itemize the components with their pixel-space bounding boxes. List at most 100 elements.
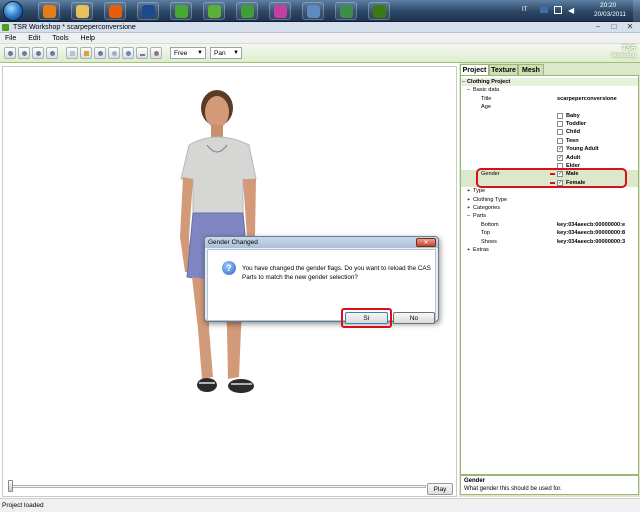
tab-project[interactable]: Project	[460, 64, 489, 75]
sphere-view-4-icon[interactable]	[46, 47, 58, 59]
menu-file[interactable]: File	[0, 33, 21, 44]
sphere-view-icon[interactable]	[4, 47, 16, 59]
menu-edit[interactable]: Edit	[23, 33, 45, 44]
sims-community-icon[interactable]	[335, 2, 357, 20]
timeline-slider-thumb[interactable]	[8, 480, 13, 492]
tsr-workshop-logo: TSR Workshop	[610, 45, 636, 62]
tree-basic-data-label: Basic data	[473, 87, 500, 94]
close-icon[interactable]: ✕	[416, 238, 436, 247]
media-player-icon[interactable]	[38, 2, 60, 20]
photoshop-icon[interactable]	[137, 2, 159, 20]
sphere-view-2-icon[interactable]	[18, 47, 30, 59]
sims-launcher-icon-3-glyph	[241, 5, 254, 18]
part-value[interactable]: key:034aeecb:00000000:8	[557, 229, 625, 237]
age-checkbox-toddler[interactable]	[557, 121, 563, 127]
no-button[interactable]: No	[393, 312, 435, 324]
tree-basic-data[interactable]: – Basic data	[461, 86, 638, 94]
sims-launcher-icon-1[interactable]	[170, 2, 192, 20]
age-option[interactable]: Toddler	[461, 120, 638, 128]
age-checkbox-baby[interactable]	[557, 112, 563, 119]
tree-group[interactable]: + Clothing Type	[461, 195, 638, 204]
age-checkbox-child[interactable]	[557, 129, 563, 136]
collapse-icon[interactable]: –	[467, 212, 470, 220]
age-checkbox-young-adult[interactable]: ✓	[557, 146, 563, 153]
age-option[interactable]: ✓ Young Adult	[461, 145, 638, 153]
part-row[interactable]: Shoes key:034aeecb:00000000:3	[461, 238, 638, 246]
minimize-button[interactable]: –	[590, 22, 606, 33]
tree-root[interactable]: – Clothing Project	[461, 78, 638, 87]
play-button[interactable]: Play	[427, 483, 453, 495]
expand-icon[interactable]: +	[467, 196, 470, 204]
tab-texture[interactable]: Texture	[489, 64, 518, 75]
clock-time[interactable]: 20:20	[600, 2, 616, 9]
sims-launcher-icon-4[interactable]	[269, 2, 291, 20]
steam-like-icon[interactable]	[302, 2, 324, 20]
tree-parts[interactable]: – Parts	[461, 212, 638, 220]
sim-left-shoe	[197, 378, 217, 392]
part-row[interactable]: Bottom key:034aeecb:00000000:e	[461, 221, 638, 229]
age-option[interactable]: ✓ Adult	[461, 154, 638, 162]
brush-icon[interactable]	[150, 47, 162, 59]
floor-icon[interactable]	[136, 47, 148, 59]
clock-date[interactable]: 20/03/2011	[594, 11, 626, 18]
age-checkbox-adult[interactable]: ✓	[557, 154, 563, 161]
part-value[interactable]: key:034aeecb:00000000:e	[557, 221, 625, 229]
close-button[interactable]: ✕	[622, 22, 638, 33]
camera-mode-select[interactable]: Free ▼	[170, 47, 206, 59]
title-value[interactable]: scarpeperconversione	[557, 95, 617, 103]
firefox-icon[interactable]	[104, 2, 126, 20]
chevron-down-icon: ▼	[197, 50, 203, 56]
title-row[interactable]: Title scarpeperconversione	[461, 95, 638, 103]
age-option[interactable]: Baby	[461, 112, 638, 120]
age-option-label: Young Adult	[566, 146, 599, 153]
title-label: Title	[481, 95, 492, 102]
tree-group[interactable]: + Type	[461, 187, 638, 196]
language-indicator[interactable]: IT	[522, 7, 527, 13]
expand-icon[interactable]: +	[467, 187, 470, 195]
toolbar: Free ▼ Pan ▼ TSR Workshop	[0, 44, 640, 63]
expand-icon[interactable]: +	[467, 246, 470, 254]
tree-group[interactable]: + Categories	[461, 204, 638, 213]
dialog-body: ? You have changed the gender flags. Do …	[207, 249, 436, 328]
file-explorer-icon[interactable]	[71, 2, 93, 20]
tab-mesh[interactable]: Mesh	[518, 64, 544, 75]
sims-launcher-icon-3[interactable]	[236, 2, 258, 20]
tsr-workshop-icon-glyph	[373, 5, 386, 18]
maximize-button[interactable]: □	[606, 22, 622, 33]
part-label: Bottom	[481, 221, 499, 228]
snowflake-icon[interactable]	[122, 47, 134, 59]
tree-extras-label: Extras	[473, 247, 489, 253]
expand-icon[interactable]: +	[467, 204, 470, 212]
part-row[interactable]: Top key:034aeecb:00000000:8	[461, 229, 638, 237]
age-option[interactable]: Child	[461, 128, 638, 136]
age-row: Age	[461, 103, 638, 111]
collapse-icon[interactable]: –	[462, 78, 465, 86]
volume-icon[interactable]: ◀	[568, 6, 574, 15]
part-value[interactable]: key:034aeecb:00000000:3	[557, 238, 625, 246]
dialog-title: Gender Changed	[205, 237, 438, 248]
help-text: What gender this should be used for.	[464, 486, 562, 492]
light-icon[interactable]	[108, 47, 120, 59]
dialog-message: You have changed the gender flags. Do yo…	[242, 265, 431, 281]
sphere-view-3-icon[interactable]	[32, 47, 44, 59]
age-checkbox-teen[interactable]	[557, 137, 563, 144]
help-title: Gender	[464, 478, 486, 484]
tree-extras[interactable]: + Extras	[461, 246, 638, 255]
timeline-slider[interactable]	[8, 485, 426, 488]
menu-help[interactable]: Help	[76, 33, 100, 44]
age-option[interactable]: Teen	[461, 137, 638, 145]
media-player-icon-glyph	[43, 5, 56, 18]
sims-launcher-icon-2[interactable]	[203, 2, 225, 20]
collapse-icon[interactable]: –	[467, 86, 470, 94]
network-icon[interactable]	[554, 6, 562, 14]
camera-mode-value: Free	[174, 50, 188, 57]
texture-icon[interactable]	[80, 47, 92, 59]
menu-tools[interactable]: Tools	[47, 33, 73, 44]
zoom-icon[interactable]	[94, 47, 106, 59]
start-button[interactable]	[3, 1, 23, 21]
new-file-icon[interactable]	[66, 47, 78, 59]
show-desktop-button[interactable]	[633, 0, 640, 22]
pan-mode-select[interactable]: Pan ▼	[210, 47, 242, 59]
tsr-workshop-icon[interactable]	[368, 2, 390, 20]
sim-head	[205, 96, 229, 128]
